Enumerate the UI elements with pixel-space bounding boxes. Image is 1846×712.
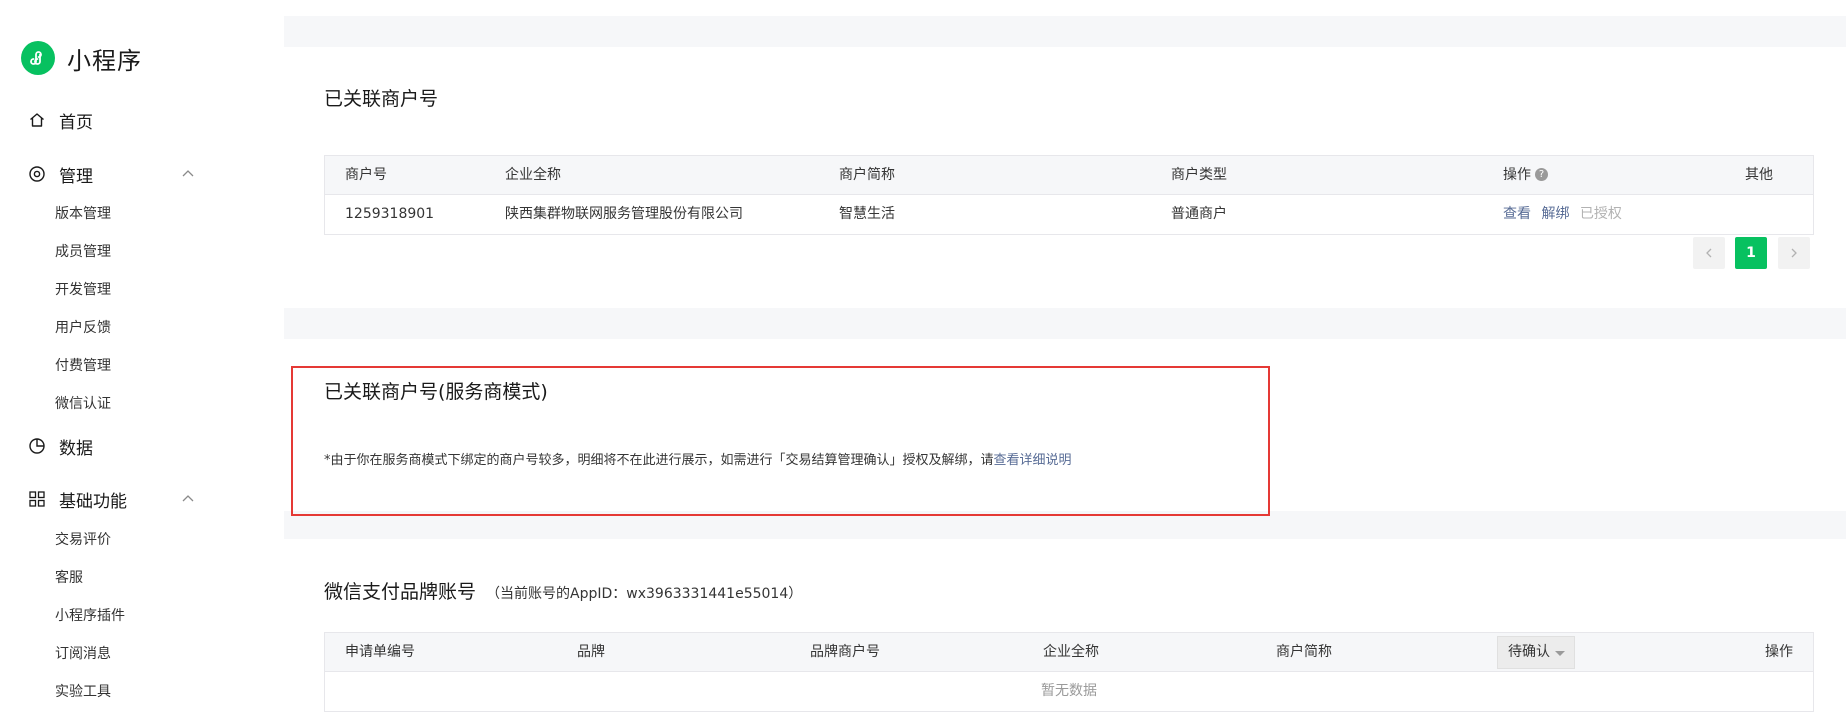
grid-icon [28, 490, 46, 508]
pagination-next-button[interactable] [1778, 237, 1810, 269]
sidebar-item-label: 数据 [59, 438, 93, 459]
home-icon [28, 111, 46, 129]
company-name: 陕西集群物联网服务管理股份有限公司 [505, 206, 743, 222]
service-mode-title: 已关联商户号(服务商模式) [324, 381, 548, 403]
sidebar-item-subscriptions[interactable]: 订阅消息 [55, 644, 111, 664]
chevron-up-icon[interactable] [180, 166, 196, 182]
pagination-prev-button[interactable] [1693, 237, 1725, 269]
merchant-type: 普通商户 [1171, 206, 1227, 222]
col-apply-no: 申请单编号 [345, 644, 415, 660]
col-company: 企业全称 [1043, 644, 1099, 660]
service-mode-card: 已关联商户号(服务商模式) [284, 339, 1846, 511]
chevron-left-icon [1706, 248, 1712, 258]
sidebar-item-members[interactable]: 成员管理 [55, 242, 111, 262]
merchants-table: 商户号 企业全称 商户简称 商户类型 操作? 其他 1259318901 陕西集… [324, 155, 1814, 235]
brand-account-card: 微信支付品牌账号 （当前账号的AppID：wx3963331441e55014） … [284, 539, 1846, 712]
sidebar-item-data[interactable]: 数据 [28, 433, 93, 459]
short-name: 智慧生活 [839, 206, 895, 222]
merchant-id: 1259318901 [345, 206, 435, 222]
sidebar-item-label: 首页 [59, 112, 93, 133]
status-filter-label: 待确认 [1508, 644, 1550, 660]
col-ops: 操作? [1503, 156, 1548, 195]
brand[interactable]: 小程序 [21, 41, 142, 75]
view-link[interactable]: 查看 [1503, 206, 1531, 222]
status-filter-select[interactable]: 待确认 [1497, 636, 1575, 669]
service-mode-notice: *由于你在服务商模式下绑定的商户号较多，明细将不在此进行展示，如需进行「交易结算… [324, 449, 1072, 468]
sidebar-item-customer-service[interactable]: 客服 [55, 568, 83, 588]
chevron-right-icon [1791, 248, 1797, 258]
sidebar-item-label: 基础功能 [59, 491, 127, 512]
col-ops: 操作 [1765, 644, 1793, 660]
gear-icon [28, 165, 46, 183]
notice-text: *由于你在服务商模式下绑定的商户号较多，明细将不在此进行展示，如需进行「交易结算… [324, 453, 994, 468]
top-card [284, 0, 1846, 16]
col-short-name: 商户简称 [1276, 644, 1332, 660]
col-short-name: 商户简称 [839, 167, 895, 183]
mini-program-logo-icon [21, 41, 55, 75]
col-merchant-type: 商户类型 [1171, 167, 1227, 183]
table-header: 申请单编号 品牌 品牌商户号 企业全称 商户简称 待确认 操作 [325, 633, 1813, 672]
unbind-link[interactable]: 解绑 [1541, 206, 1569, 222]
sidebar-item-dev[interactable]: 开发管理 [55, 280, 111, 300]
sidebar-item-manage[interactable]: 管理 [28, 161, 194, 187]
col-brand-merchant: 品牌商户号 [810, 644, 880, 660]
sidebar-item-version[interactable]: 版本管理 [55, 204, 111, 224]
table-header: 商户号 企业全称 商户简称 商户类型 操作? 其他 [325, 156, 1813, 195]
sidebar-item-home[interactable]: 首页 [28, 107, 93, 133]
empty-state: 暂无数据 [1041, 683, 1097, 699]
brand-account-table: 申请单编号 品牌 品牌商户号 企业全称 商户简称 待确认 操作 暂无数据 [324, 632, 1814, 712]
table-row: 1259318901 陕西集群物联网服务管理股份有限公司 智慧生活 普通商户 查… [325, 195, 1813, 234]
col-company: 企业全称 [505, 167, 561, 183]
sidebar-item-basic[interactable]: 基础功能 [28, 486, 194, 512]
caret-down-icon [1555, 651, 1565, 656]
sidebar-item-plugins[interactable]: 小程序插件 [55, 606, 125, 626]
sidebar-item-experiments[interactable]: 实验工具 [55, 682, 111, 702]
sidebar-item-feedback[interactable]: 用户反馈 [55, 318, 111, 338]
help-icon[interactable]: ? [1535, 167, 1548, 181]
authorized-status: 已授权 [1579, 206, 1622, 222]
col-other: 其他 [1745, 167, 1773, 183]
main-content: 已关联商户号 商户号 企业全称 商户简称 商户类型 操作? 其他 1259318… [284, 0, 1846, 712]
row-ops: 查看 解绑 已授权 [1503, 195, 1622, 234]
merchants-card: 已关联商户号 商户号 企业全称 商户简称 商户类型 操作? 其他 1259318… [284, 47, 1846, 308]
chevron-up-icon[interactable] [180, 491, 196, 507]
sidebar-item-wechat-verify[interactable]: 微信认证 [55, 394, 111, 414]
col-brand: 品牌 [577, 644, 605, 660]
sidebar: 小程序 首页 管理 版本管理 成员管理 开发管理 用户反馈 付费管理 微信认证 … [0, 0, 284, 709]
col-merchant-id: 商户号 [345, 167, 387, 183]
brand-account-subtitle: （当前账号的AppID：wx3963331441e55014） [486, 586, 803, 602]
sidebar-item-billing[interactable]: 付费管理 [55, 356, 111, 376]
details-link[interactable]: 查看详细说明 [994, 453, 1072, 468]
sidebar-item-reviews[interactable]: 交易评价 [55, 530, 111, 550]
sidebar-item-label: 管理 [59, 166, 93, 187]
brand-account-title-text: 微信支付品牌账号 [324, 581, 477, 603]
pie-chart-icon [28, 437, 46, 455]
app-title: 小程序 [67, 46, 142, 75]
pagination-page-button[interactable]: 1 [1735, 237, 1767, 269]
brand-account-title: 微信支付品牌账号 （当前账号的AppID：wx3963331441e55014） [324, 577, 802, 604]
table-row: 暂无数据 [325, 672, 1813, 711]
merchants-title: 已关联商户号 [324, 88, 439, 110]
col-ops-label: 操作 [1503, 167, 1531, 183]
